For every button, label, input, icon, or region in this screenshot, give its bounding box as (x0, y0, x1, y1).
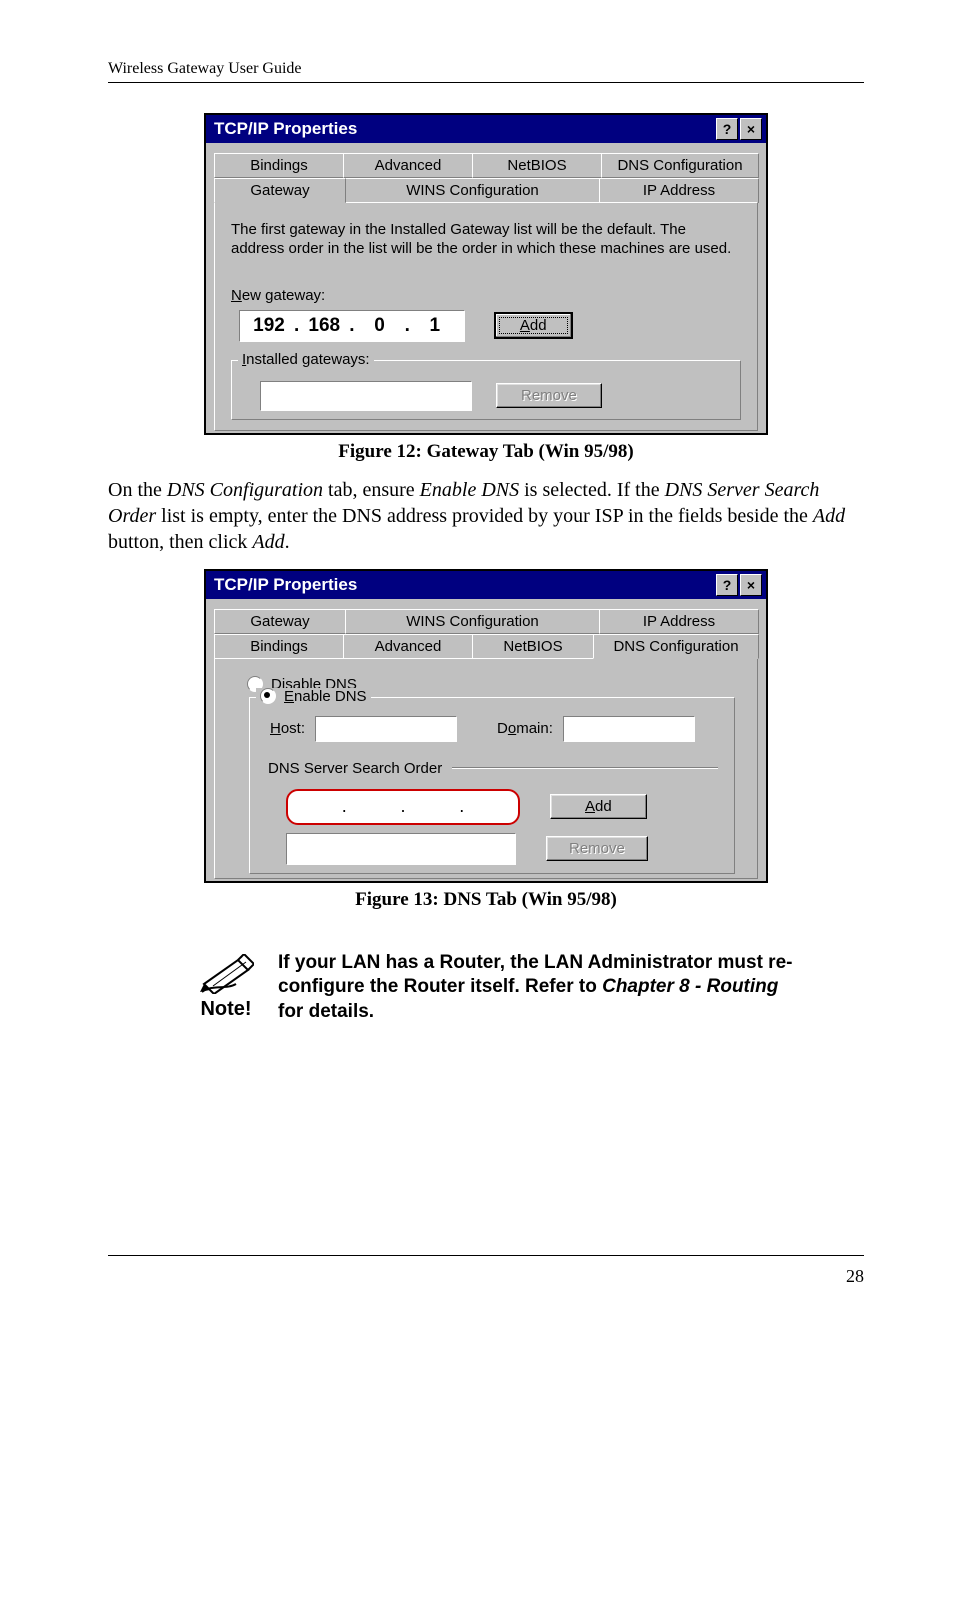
page-footer: 28 (108, 1255, 864, 1287)
tab-netbios[interactable]: NetBIOS (472, 634, 594, 659)
dialog-title: TCP/IP Properties (214, 575, 357, 595)
close-button[interactable]: × (740, 574, 762, 596)
host-input[interactable] (315, 716, 457, 742)
running-head: Wireless Gateway User Guide (108, 60, 864, 83)
dialog-title: TCP/IP Properties (214, 119, 357, 139)
tab-gateway[interactable]: Gateway (214, 609, 346, 634)
tab-netbios[interactable]: NetBIOS (472, 153, 602, 178)
add-button[interactable]: Add (495, 313, 572, 338)
enable-dns-group: Enable DNS Host: Domain: DNS Server Sear… (249, 697, 735, 874)
dns-search-order-label: DNS Server Search Order (268, 760, 442, 777)
tab-ip-address[interactable]: IP Address (599, 609, 759, 634)
titlebar: TCP/IP Properties ? × (206, 115, 766, 143)
tcpip-dialog-dns: TCP/IP Properties ? × Gateway WINS Confi… (204, 569, 768, 883)
titlebar: TCP/IP Properties ? × (206, 571, 766, 599)
figure-12-caption: Figure 12: Gateway Tab (Win 95/98) (338, 441, 633, 463)
installed-gateways-label: Installed gateways: (238, 351, 374, 368)
dns-server-ip-input[interactable]: ... (286, 789, 520, 825)
gateway-panel: The first gateway in the Installed Gatew… (214, 202, 758, 431)
document-page: Wireless Gateway User Guide TCP/IP Prope… (0, 0, 954, 1347)
tab-dns-configuration[interactable]: DNS Configuration (601, 153, 759, 178)
domain-input[interactable] (563, 716, 695, 742)
radio-icon (260, 688, 276, 704)
note-block: Note! If your LAN has a Router, the LAN … (198, 951, 794, 1025)
note-text: If your LAN has a Router, the LAN Admini… (278, 951, 794, 1025)
ip-octet-2[interactable]: 168 (301, 315, 347, 337)
tab-strip: Gateway WINS Configuration IP Address Bi… (214, 609, 758, 659)
note-icon: Note! (198, 954, 254, 1021)
add-button[interactable]: Add (550, 794, 647, 819)
remove-button: Remove (496, 383, 602, 408)
tab-wins-configuration[interactable]: WINS Configuration (345, 609, 600, 634)
tab-ip-address[interactable]: IP Address (599, 178, 759, 203)
enable-dns-label: Enable DNS (284, 688, 367, 705)
installed-gateways-list[interactable] (260, 381, 472, 411)
tab-advanced[interactable]: Advanced (343, 634, 473, 659)
domain-label: Domain: (497, 720, 553, 737)
tab-gateway[interactable]: Gateway (214, 178, 346, 203)
tab-advanced[interactable]: Advanced (343, 153, 473, 178)
host-label: Host: (270, 720, 305, 737)
ip-octet-3[interactable]: 0 (357, 315, 403, 337)
figure-12: TCP/IP Properties ? × Bindings Advanced … (108, 113, 864, 463)
new-gateway-ip-input[interactable]: 192. 168. 0. 1 (239, 310, 465, 342)
help-button[interactable]: ? (716, 574, 738, 596)
tab-bindings[interactable]: Bindings (214, 153, 344, 178)
remove-button: Remove (546, 836, 648, 861)
figure-13: TCP/IP Properties ? × Gateway WINS Confi… (108, 569, 864, 911)
tab-wins-configuration[interactable]: WINS Configuration (345, 178, 600, 203)
dns-instruction-paragraph: On the DNS Configuration tab, ensure Ena… (108, 477, 864, 555)
installed-gateways-group: Installed gateways: Remove (231, 360, 741, 420)
new-gateway-label: New gateway: (231, 287, 741, 304)
enable-dns-radio[interactable]: Enable DNS (256, 688, 371, 705)
divider (452, 767, 718, 769)
tcpip-dialog-gateway: TCP/IP Properties ? × Bindings Advanced … (204, 113, 768, 435)
help-button[interactable]: ? (716, 118, 738, 140)
figure-13-caption: Figure 13: DNS Tab (Win 95/98) (355, 889, 617, 911)
note-icon-label: Note! (198, 998, 254, 1021)
tab-strip: Bindings Advanced NetBIOS DNS Configurat… (214, 153, 758, 203)
ip-octet-1[interactable]: 192 (246, 315, 292, 337)
gateway-info-text: The first gateway in the Installed Gatew… (231, 221, 741, 259)
ip-octet-4[interactable]: 1 (412, 315, 458, 337)
close-button[interactable]: × (740, 118, 762, 140)
dns-panel: Disable DNS Enable DNS Host: Domain: (214, 658, 758, 879)
page-number: 28 (846, 1266, 864, 1286)
tab-dns-configuration[interactable]: DNS Configuration (593, 634, 759, 659)
tab-bindings[interactable]: Bindings (214, 634, 344, 659)
dns-server-list[interactable] (286, 833, 516, 865)
